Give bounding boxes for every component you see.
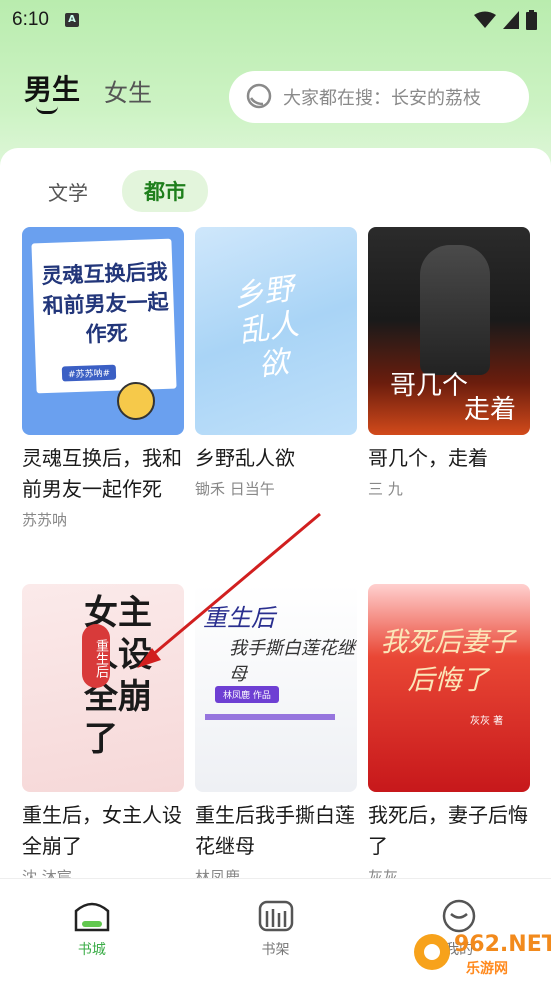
book-title[interactable]: 哥几个，走着	[368, 443, 530, 474]
search-icon	[246, 83, 272, 109]
cover-subtitle: 走着	[464, 395, 517, 425]
search-placeholder: 大家都在搜：长安的荔枝	[283, 88, 481, 109]
bookshelf-icon	[258, 900, 293, 932]
book-title[interactable]: 乡野乱人欲	[195, 443, 357, 474]
book-author: 灰灰	[368, 868, 399, 878]
book-cover[interactable]: 哥几个 走着	[368, 227, 530, 435]
nav-bookstore[interactable]: 书城	[0, 879, 184, 981]
book-card[interactable]: 重生后 我手撕白莲花继母 林凤鹿 作品 重生后我手撕白莲花继母 林凤鹿	[195, 584, 357, 878]
book-author: 苏苏呐	[22, 511, 68, 529]
book-title[interactable]: 重生后，女主人设全崩了	[22, 800, 184, 862]
book-card[interactable]: 灵魂互换后我和前男友一起作死 #苏苏呐# 灵魂互换后，我和前男友一起作死 苏苏呐	[22, 227, 184, 530]
cover-paper: 灵魂互换后我和前男友一起作死 #苏苏呐#	[31, 238, 177, 394]
cover-title: 灵魂互换后我和前男友一起作死	[41, 259, 169, 347]
nav-bookshelf[interactable]: 书架	[184, 879, 368, 981]
cover-badge: 重生后	[82, 624, 110, 688]
bookstore-icon	[74, 902, 110, 932]
book-card[interactable]: 女主人设全崩了 重生后 重生后，女主人设全崩了 沈 沐宸	[22, 584, 184, 878]
book-cover[interactable]: 灵魂互换后我和前男友一起作死 #苏苏呐#	[22, 227, 184, 435]
status-bar: 6:10 A	[0, 0, 551, 40]
emoji-icon	[117, 382, 155, 420]
book-card[interactable]: 哥几个 走着 哥几个，走着 三 九	[368, 227, 530, 499]
book-cover[interactable]: 乡野乱人欲	[195, 227, 357, 435]
book-cover[interactable]: 女主人设全崩了 重生后	[22, 584, 184, 792]
watermark-text: 962.NET	[454, 932, 551, 957]
notification-icon: A	[64, 13, 79, 27]
signal-icon	[503, 11, 519, 29]
watermark-logo-icon	[414, 934, 450, 970]
battery-icon	[526, 10, 537, 30]
search-input[interactable]: 大家都在搜：长安的荔枝	[229, 71, 529, 123]
book-title[interactable]: 我死后，妻子后悔了	[368, 800, 530, 862]
tab-female-label: 女生	[104, 79, 153, 107]
book-card[interactable]: 乡野乱人欲 乡野乱人欲 锄禾 日当午	[195, 227, 357, 499]
cover-title: 我死后妻子后悔了	[380, 627, 516, 696]
cover-subtitle: 我手撕白莲花继母	[229, 638, 355, 685]
book-title[interactable]: 灵魂互换后，我和前男友一起作死	[22, 443, 184, 505]
tab-urban[interactable]: 都市	[122, 170, 208, 212]
book-cover[interactable]: 重生后 我手撕白莲花继母 林凤鹿 作品	[195, 584, 357, 792]
content-panel: 文学 都市 灵魂互换后我和前男友一起作死 #苏苏呐# 灵魂互换后，我和前男友一起…	[0, 148, 551, 878]
cover-stripe	[205, 714, 335, 720]
cover-author: #苏苏呐#	[61, 364, 117, 382]
category-tabs: 文学 都市	[30, 170, 208, 212]
gender-tabs: 男生 女生	[24, 68, 152, 114]
tab-male[interactable]: 男生	[24, 68, 81, 114]
site-watermark: 962.NET 乐游网	[412, 926, 551, 978]
nav-bookshelf-label: 书架	[261, 942, 290, 958]
cover-author: 灰灰 著	[470, 716, 504, 727]
cover-title: 乡野乱人欲	[231, 271, 302, 384]
cover-figure	[420, 245, 490, 375]
wifi-icon	[474, 11, 496, 28]
watermark-subtext: 乐游网	[466, 961, 508, 977]
cover-tag: 林凤鹿 作品	[215, 686, 279, 703]
book-cover[interactable]: 我死后妻子后悔了 灰灰 著	[368, 584, 530, 792]
cover-title: 哥几个	[390, 371, 469, 401]
book-author: 三 九	[368, 480, 403, 498]
book-card[interactable]: 我死后妻子后悔了 灰灰 著 我死后，妻子后悔了 灰灰	[368, 584, 530, 878]
book-title[interactable]: 重生后我手撕白莲花继母	[195, 800, 357, 862]
book-author: 林凤鹿	[195, 868, 241, 878]
status-time: 6:10	[12, 9, 49, 30]
book-author: 锄禾 日当午	[195, 480, 275, 498]
cover-title: 重生后	[203, 604, 275, 632]
book-author: 沈 沐宸	[22, 868, 72, 878]
nav-bookstore-label: 书城	[77, 942, 106, 958]
tab-female[interactable]: 女生	[104, 73, 152, 108]
tab-male-label: 男生	[24, 73, 81, 106]
tab-literature[interactable]: 文学	[30, 171, 106, 212]
